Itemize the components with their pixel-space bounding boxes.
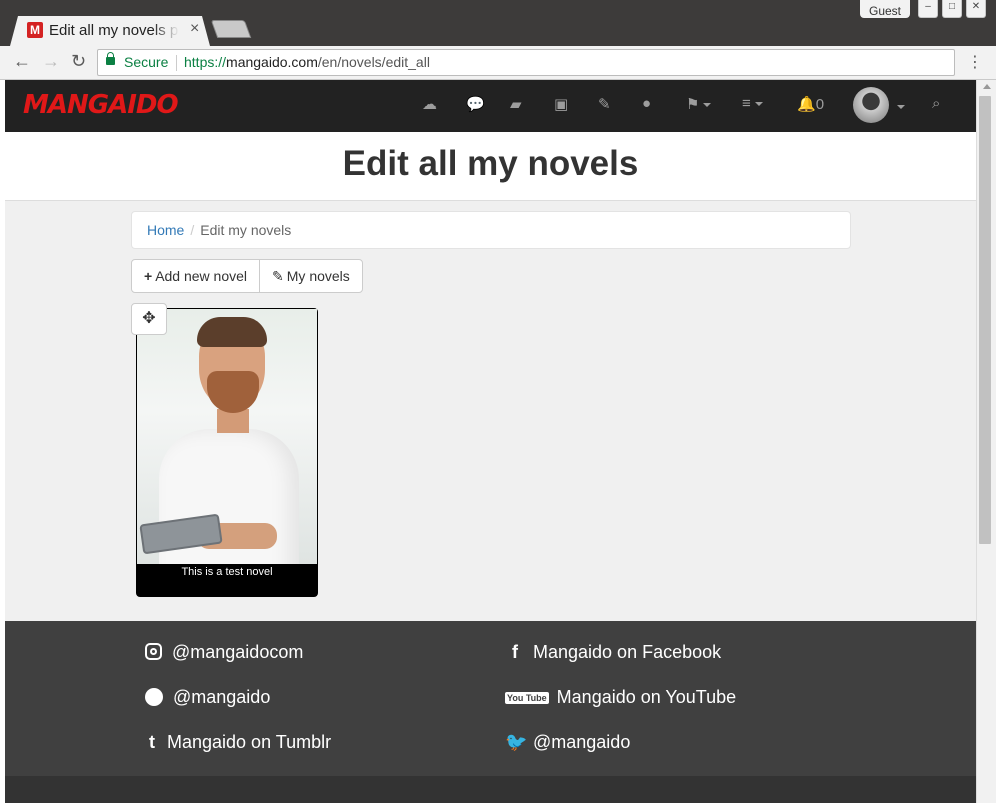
breadcrumb: Home / Edit my novels xyxy=(131,211,851,249)
secure-label: Secure xyxy=(124,54,169,70)
snapchat-icon xyxy=(145,688,163,706)
browser-menu-icon[interactable]: ⋮ xyxy=(967,52,983,72)
favicon-icon: M xyxy=(27,22,43,38)
instagram-link[interactable]: @mangaidocom xyxy=(145,642,303,663)
avatar-chevron-down-icon[interactable] xyxy=(897,105,905,109)
main-content: Home / Edit my novels + Add new novel ✎ My n… xyxy=(5,201,976,621)
tab-close-icon[interactable]: × xyxy=(190,20,199,38)
upload-cloud-icon[interactable]: ☁ xyxy=(422,95,437,113)
url-text[interactable]: https://mangaido.com/en/novels/edit_all xyxy=(184,54,430,70)
twitter-icon: 🐦 xyxy=(505,732,528,752)
action-buttons: + Add new novel ✎ My novels xyxy=(131,259,363,293)
site-navbar: MANGAIDO ☁ 💬 ▰ ▣ ✎ ● ⚑ ≡ 🔔0 ⌕ xyxy=(5,80,976,132)
flag-icon[interactable]: ⚑ xyxy=(686,95,712,113)
youtube-link[interactable]: You Tube Mangaido on YouTube xyxy=(505,687,736,708)
close-window-button[interactable]: ✕ xyxy=(966,0,986,18)
book-icon[interactable]: ▰ xyxy=(510,95,522,113)
youtube-icon: You Tube xyxy=(505,692,549,704)
search-icon[interactable]: ⌕ xyxy=(932,95,940,112)
page-header: Edit all my novels xyxy=(5,132,976,201)
snapchat-link[interactable]: @mangaido xyxy=(145,687,270,708)
edit-icon[interactable]: ✎ xyxy=(598,95,611,113)
back-icon[interactable]: ← xyxy=(13,51,31,72)
browser-tab-active[interactable]: M Edit all my novels p × xyxy=(10,16,210,46)
apple-icon[interactable]: ● xyxy=(642,95,651,112)
comments-icon[interactable]: 💬 xyxy=(466,95,485,113)
breadcrumb-separator: / xyxy=(190,222,195,238)
user-avatar[interactable] xyxy=(853,87,889,123)
tab-title: Edit all my novels p xyxy=(49,22,179,39)
add-new-novel-label: Add new novel xyxy=(155,268,248,284)
facebook-icon: f xyxy=(512,642,518,662)
tumblr-link[interactable]: t Mangaido on Tumblr xyxy=(145,732,331,753)
lock-icon xyxy=(106,52,115,65)
scrollbar-thumb[interactable] xyxy=(979,96,991,544)
reload-icon[interactable]: ↻ xyxy=(71,51,86,72)
site-footer: @mangaidocom f Mangaido on Facebook @mang… xyxy=(5,621,976,776)
omnibox-divider xyxy=(176,55,177,71)
footer-bottom-bar xyxy=(5,776,976,803)
menu-icon[interactable]: ≡ xyxy=(742,95,763,112)
my-novels-button[interactable]: ✎ My novels xyxy=(259,259,363,293)
notification-count: 0 xyxy=(815,96,825,113)
maximize-button[interactable]: □ xyxy=(942,0,962,18)
add-new-novel-button[interactable]: + Add new novel xyxy=(131,259,261,293)
page-title: Edit all my novels xyxy=(342,144,639,183)
novel-caption: This is a test novel xyxy=(181,566,273,578)
browser-toolbar: ← → ↻ Secure https://mangaido.com/en/nov… xyxy=(0,46,996,80)
chevron-down-icon xyxy=(703,103,712,108)
twitter-link[interactable]: 🐦 @mangaido xyxy=(505,732,630,753)
minimize-button[interactable]: – xyxy=(918,0,938,18)
chevron-down-icon xyxy=(754,102,763,107)
breadcrumb-home-link[interactable]: Home xyxy=(147,222,184,238)
new-tab-button[interactable] xyxy=(210,20,252,38)
my-novels-label: My novels xyxy=(286,268,350,284)
edit-icon: ✎ xyxy=(272,268,284,284)
forward-icon[interactable]: → xyxy=(42,51,60,72)
facebook-link[interactable]: f Mangaido on Facebook xyxy=(505,642,721,663)
site-logo[interactable]: MANGAIDO xyxy=(23,90,179,120)
tumblr-icon: t xyxy=(149,732,155,752)
novel-card[interactable]: This is a test novel xyxy=(136,308,318,597)
scroll-up-icon[interactable] xyxy=(983,84,991,89)
plus-icon: + xyxy=(144,268,153,284)
browser-titlebar: Guest – □ ✕ M Edit all my novels p × xyxy=(0,0,996,46)
breadcrumb-current: Edit my novels xyxy=(200,222,292,238)
address-bar[interactable]: Secure https://mangaido.com/en/novels/ed… xyxy=(97,49,955,76)
instagram-icon xyxy=(145,643,162,660)
move-handle-icon[interactable]: ✥ xyxy=(131,303,167,335)
image-icon[interactable]: ▣ xyxy=(554,95,568,113)
novel-cover-image xyxy=(137,309,317,564)
notifications-button[interactable]: 🔔0 xyxy=(797,95,824,113)
bell-icon: 🔔 xyxy=(797,96,816,113)
guest-profile-button[interactable]: Guest xyxy=(860,0,910,18)
